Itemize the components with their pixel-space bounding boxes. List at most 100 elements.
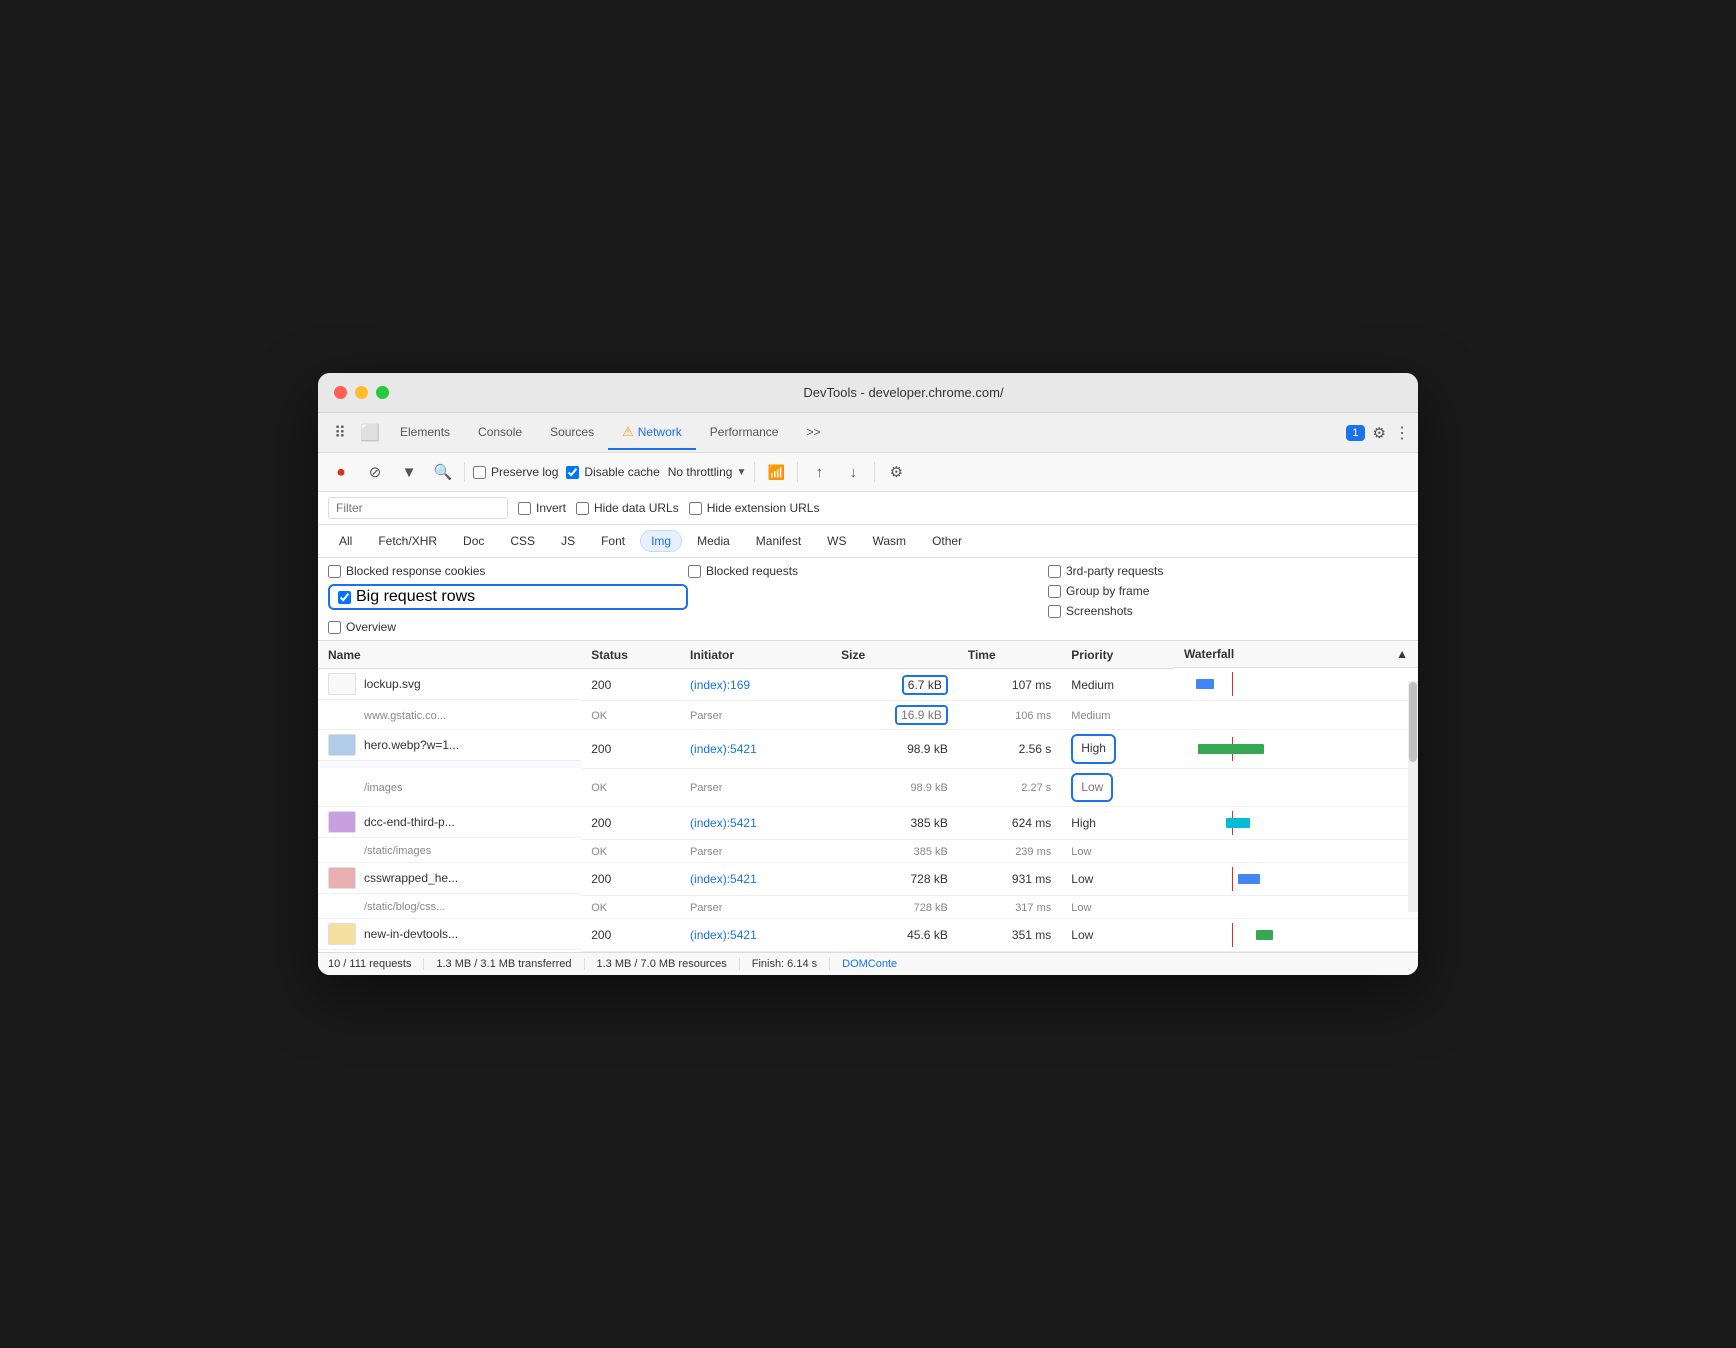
initiator-link[interactable]: (index):5421 [690, 928, 757, 942]
initiator-link[interactable]: (index):169 [690, 678, 750, 692]
waterfall-line [1232, 923, 1233, 947]
time-sub: 106 ms [1015, 710, 1051, 722]
throttle-select[interactable]: No throttling ▼ [668, 465, 747, 479]
group-by-frame-option[interactable]: Group by frame [1048, 584, 1408, 598]
scrollbar[interactable] [1408, 681, 1418, 911]
col-waterfall[interactable]: Waterfall ▲ [1174, 641, 1418, 668]
size-sub: 16.9 kB [895, 705, 948, 725]
third-party-option[interactable]: 3rd-party requests [1048, 564, 1408, 578]
size-value: 385 kB [910, 816, 947, 830]
type-filter-all[interactable]: All [328, 530, 363, 552]
tab-console[interactable]: Console [464, 417, 536, 449]
type-filter-img[interactable]: Img [640, 530, 682, 552]
table-row[interactable]: new-in-devtools... 200(index):542145.6 k… [318, 918, 1418, 951]
status-code: 200 [591, 678, 611, 692]
priority-value: Medium [1071, 678, 1114, 692]
waterfall-request-bar [1198, 744, 1264, 754]
screenshots-checkbox[interactable] [1048, 605, 1061, 618]
waterfall-bar [1184, 811, 1304, 835]
filter-input[interactable] [336, 501, 500, 515]
type-filter-ws[interactable]: WS [816, 530, 857, 552]
hide-extension-urls-checkbox[interactable] [689, 502, 702, 515]
status-sub: OK [591, 782, 607, 794]
type-filter-font[interactable]: Font [590, 530, 636, 552]
big-request-rows-option[interactable]: Big request rows [328, 584, 688, 610]
time-value: 107 ms [1012, 678, 1051, 692]
type-filter-manifest[interactable]: Manifest [745, 530, 812, 552]
filter-icon[interactable]: ▼ [396, 459, 422, 485]
type-filter-js[interactable]: JS [550, 530, 586, 552]
table-row[interactable]: hero.webp?w=1... 200(index):542198.9 kB2… [318, 730, 1418, 768]
inspector-icon[interactable]: ⠿ [326, 419, 354, 447]
disable-cache-label[interactable]: Disable cache [566, 465, 659, 479]
more-options-icon[interactable]: ⋮ [1394, 423, 1410, 443]
table-row[interactable]: csswrapped_he... 200(index):5421728 kB93… [318, 862, 1418, 895]
blocked-requests-checkbox[interactable] [688, 565, 701, 578]
type-filter-media[interactable]: Media [686, 530, 741, 552]
tab-elements[interactable]: Elements [386, 417, 464, 449]
table-row[interactable]: dcc-end-third-p... 200(index):5421385 kB… [318, 806, 1418, 839]
type-filter-wasm[interactable]: Wasm [862, 530, 918, 552]
type-filter-doc[interactable]: Doc [452, 530, 495, 552]
network-settings-icon[interactable]: ⚙ [883, 459, 909, 485]
size-sub: 728 kB [914, 902, 948, 914]
type-filter-css[interactable]: CSS [499, 530, 546, 552]
extra-options: Blocked response cookies Big request row… [318, 558, 1418, 641]
type-filter-fetch[interactable]: Fetch/XHR [367, 530, 448, 552]
col-initiator[interactable]: Initiator [680, 641, 831, 668]
col-priority[interactable]: Priority [1061, 641, 1174, 668]
col-status[interactable]: Status [581, 641, 680, 668]
tab-sources[interactable]: Sources [536, 417, 608, 449]
clear-button[interactable]: ⊘ [362, 459, 388, 485]
col-size[interactable]: Size [831, 641, 958, 668]
time-sub: 2.27 s [1021, 782, 1051, 794]
overview-checkbox[interactable] [328, 621, 341, 634]
group-by-frame-checkbox[interactable] [1048, 585, 1061, 598]
col-time[interactable]: Time [958, 641, 1061, 668]
table-row-sub: /static/blog/css...OKParser728 kB317 msL… [318, 895, 1418, 918]
network-conditions-icon[interactable]: 📶 [763, 459, 789, 485]
filter-row: Invert Hide data URLs Hide extension URL… [318, 492, 1418, 525]
initiator-link[interactable]: (index):5421 [690, 742, 757, 756]
waterfall-line [1232, 672, 1233, 696]
initiator-link[interactable]: (index):5421 [690, 872, 757, 886]
table-row[interactable]: lockup.svg 200(index):1696.7 kB107 msMed… [318, 668, 1418, 701]
status-bar: 10 / 111 requests 1.3 MB / 3.1 MB transf… [318, 952, 1418, 975]
type-filter-other[interactable]: Other [921, 530, 973, 552]
notification-badge[interactable]: 1 [1346, 425, 1364, 441]
import-har-icon[interactable]: ↑ [806, 459, 832, 485]
scrollbar-thumb[interactable] [1409, 682, 1417, 762]
close-button[interactable] [334, 386, 347, 399]
blocked-cookies-checkbox[interactable] [328, 565, 341, 578]
waterfall-request-bar [1226, 818, 1250, 828]
overview-option[interactable]: Overview [328, 620, 688, 634]
stop-recording-button[interactable]: ⏺ [328, 459, 354, 485]
third-party-checkbox[interactable] [1048, 565, 1061, 578]
preserve-log-label[interactable]: Preserve log [473, 465, 558, 479]
hide-extension-urls-option[interactable]: Hide extension URLs [689, 501, 820, 515]
blocked-requests-option[interactable]: Blocked requests [688, 564, 1048, 578]
invert-checkbox[interactable] [518, 502, 531, 515]
minimize-button[interactable] [355, 386, 368, 399]
blocked-cookies-option[interactable]: Blocked response cookies [328, 564, 688, 578]
settings-icon[interactable]: ⚙ [1373, 424, 1386, 442]
device-icon[interactable]: ⬜ [356, 419, 384, 447]
separator-1 [464, 462, 465, 482]
big-request-rows-checkbox[interactable] [338, 591, 351, 604]
maximize-button[interactable] [376, 386, 389, 399]
search-icon[interactable]: 🔍 [430, 459, 456, 485]
more-tabs-button[interactable]: >> [792, 417, 834, 449]
hide-data-urls-option[interactable]: Hide data URLs [576, 501, 679, 515]
tab-performance[interactable]: Performance [696, 417, 793, 449]
export-har-icon[interactable]: ↓ [840, 459, 866, 485]
hide-data-urls-checkbox[interactable] [576, 502, 589, 515]
preserve-log-checkbox[interactable] [473, 466, 486, 479]
disable-cache-checkbox[interactable] [566, 466, 579, 479]
invert-option[interactable]: Invert [518, 501, 566, 515]
screenshots-option[interactable]: Screenshots [1048, 604, 1408, 618]
initiator-link[interactable]: (index):5421 [690, 816, 757, 830]
tab-network[interactable]: ⚠ Network [608, 416, 696, 450]
waterfall-line [1232, 867, 1233, 891]
col-name[interactable]: Name [318, 641, 581, 668]
status-code: 200 [591, 742, 611, 756]
